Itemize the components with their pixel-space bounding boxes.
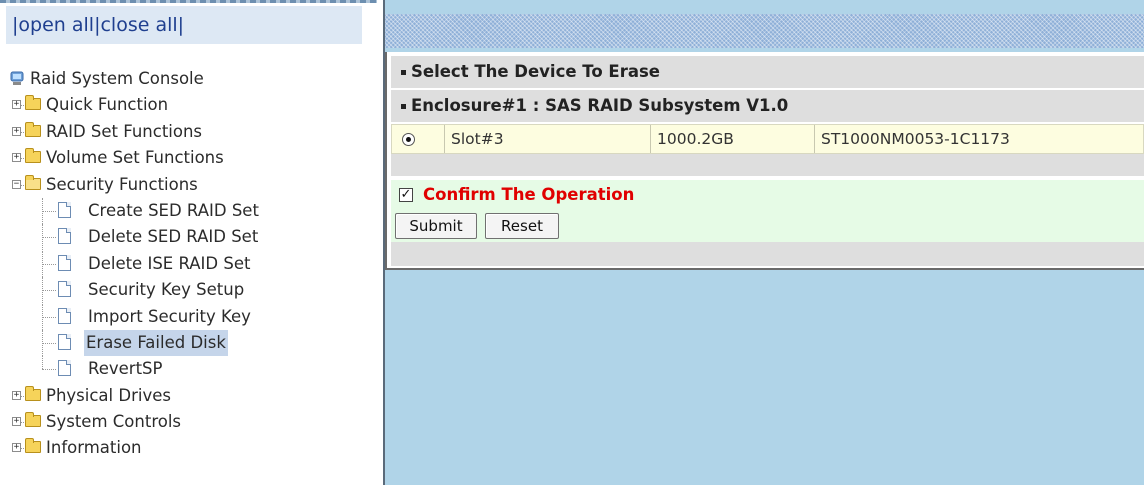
tree-item-import-security-key[interactable]: Import Security Key — [0, 303, 377, 330]
folder-icon — [25, 385, 41, 401]
open-all-link[interactable]: open all — [18, 14, 94, 36]
expand-icon[interactable]: + — [12, 153, 21, 163]
tree-item-label[interactable]: Delete SED RAID Set — [86, 224, 260, 250]
document-icon — [58, 333, 71, 350]
open-folder-icon — [25, 174, 41, 190]
open-close-bar: |open all|close all| — [6, 6, 362, 44]
tree-item-security-key-setup[interactable]: Security Key Setup — [0, 277, 377, 304]
folder-icon — [25, 95, 41, 111]
tree-item-label[interactable]: System Controls — [44, 409, 183, 435]
tree-item-label[interactable]: Delete ISE RAID Set — [86, 251, 252, 277]
tree-item-volume-set-functions[interactable]: + Volume Set Functions — [0, 145, 377, 171]
tree-item-security-functions[interactable]: − Security Functions — [0, 172, 377, 198]
tree-item-label[interactable]: Import Security Key — [86, 304, 253, 330]
document-icon — [58, 360, 71, 377]
section-header: Select The Device To Erase — [391, 56, 1144, 90]
document-icon — [58, 254, 71, 271]
reset-button[interactable]: Reset — [485, 213, 559, 239]
tree-item-label[interactable]: Information — [44, 435, 144, 461]
footer-row — [391, 242, 1144, 266]
submit-button[interactable]: Submit — [395, 213, 477, 239]
device-capacity: 1000.2GB — [650, 125, 814, 153]
tree-root: Raid System Console — [0, 66, 377, 92]
close-all-link[interactable]: close all — [100, 14, 177, 36]
collapse-icon[interactable]: − — [12, 179, 21, 189]
folder-icon — [25, 438, 41, 454]
tree-item-label-selected[interactable]: Erase Failed Disk — [84, 329, 228, 356]
tree-item-quick-function[interactable]: + Quick Function — [0, 92, 377, 118]
expand-icon[interactable]: + — [12, 443, 21, 453]
section-title: Select The Device To Erase — [411, 62, 660, 81]
tree-item-information[interactable]: + Information — [0, 435, 377, 461]
bullet-icon — [401, 70, 406, 75]
document-icon — [58, 201, 71, 218]
console-icon — [10, 71, 24, 85]
enclosure-header: Enclosure#1 : SAS RAID Subsystem V1.0 — [391, 90, 1144, 124]
expand-icon[interactable]: + — [12, 126, 21, 136]
confirm-label[interactable]: Confirm The Operation — [423, 180, 634, 210]
tree-item-label[interactable]: RAID Set Functions — [44, 119, 204, 145]
tree-item-label[interactable]: Create SED RAID Set — [86, 198, 261, 224]
content-header-pattern — [385, 14, 1144, 48]
device-radio[interactable] — [402, 133, 415, 146]
tree-item-label[interactable]: Volume Set Functions — [44, 145, 226, 171]
tree-item-revertsp[interactable]: RevertSP — [0, 356, 377, 382]
tree-item-create-sed-raid-set[interactable]: Create SED RAID Set — [0, 197, 377, 224]
folder-icon — [25, 412, 41, 428]
device-row: Slot#3 1000.2GB ST1000NM0053-1C1173 — [391, 124, 1144, 154]
folder-icon — [25, 148, 41, 164]
tree-item-system-controls[interactable]: + System Controls — [0, 409, 377, 435]
top-decorative-strip — [0, 0, 377, 3]
document-icon — [58, 281, 71, 298]
expand-icon[interactable]: + — [12, 417, 21, 427]
folder-icon — [25, 121, 41, 137]
tree-item-label[interactable]: Quick Function — [44, 92, 170, 118]
expand-icon[interactable]: + — [12, 100, 21, 110]
tree-item-delete-sed-raid-set[interactable]: Delete SED RAID Set — [0, 224, 377, 251]
enclosure-title: Enclosure#1 : SAS RAID Subsystem V1.0 — [411, 96, 789, 115]
confirm-checkbox[interactable]: ✓ — [399, 188, 413, 202]
tree-item-delete-ise-raid-set[interactable]: Delete ISE RAID Set — [0, 250, 377, 277]
navigation-frame: |open all|close all| Raid System Console… — [0, 0, 377, 485]
navigation-tree: Raid System Console + Quick Function + R… — [0, 66, 377, 462]
confirm-row: ✓ Confirm The Operation — [391, 180, 1144, 210]
tree-item-label[interactable]: RevertSP — [86, 356, 164, 382]
open-close-separator: | — [177, 14, 185, 36]
device-slot: Slot#3 — [444, 125, 650, 153]
expand-icon[interactable]: + — [12, 390, 21, 400]
tree-item-physical-drives[interactable]: + Physical Drives — [0, 383, 377, 409]
tree-item-label[interactable]: Physical Drives — [44, 383, 173, 409]
tree-item-label[interactable]: Security Key Setup — [86, 277, 246, 303]
document-icon — [58, 307, 71, 324]
erase-device-form: Select The Device To Erase Enclosure#1 :… — [385, 52, 1144, 270]
tree-item-erase-failed-disk[interactable]: Erase Failed Disk — [0, 329, 377, 356]
bullet-icon — [401, 104, 406, 109]
tree-item-label[interactable]: Security Functions — [44, 172, 200, 198]
tree-root-label[interactable]: Raid System Console — [28, 66, 206, 92]
tree-item-raid-set-functions[interactable]: + RAID Set Functions — [0, 119, 377, 145]
spacer-row — [391, 154, 1144, 176]
document-icon — [58, 228, 71, 245]
button-row: Submit Reset — [391, 210, 1144, 242]
device-model: ST1000NM0053-1C1173 — [814, 125, 1143, 153]
